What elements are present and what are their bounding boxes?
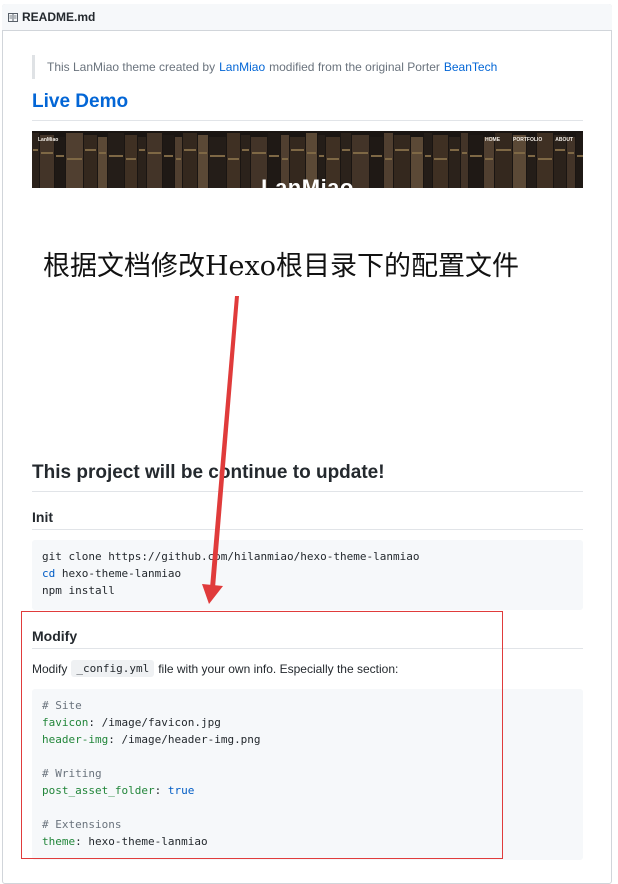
project-heading: This project will be continue to update! (32, 462, 385, 483)
intro-text-middle: modified from the original Porter (269, 60, 440, 74)
beantech-link[interactable]: BeanTech (444, 60, 497, 74)
banner-brand[interactable]: LanMiao (38, 137, 58, 143)
code-keyword-cd: cd (42, 567, 56, 580)
code-line-install: npm install (42, 584, 115, 597)
banner-nav: LanMiao HOME PORTFOLIO ABOUT (32, 131, 583, 149)
banner-menu-portfolio[interactable]: PORTFOLIO (513, 137, 542, 143)
live-demo-link[interactable]: Live Demo (32, 91, 128, 113)
banner-menu-home[interactable]: HOME (485, 137, 500, 143)
banner-menu-about[interactable]: ABOUT (555, 137, 573, 143)
init-heading: Init (32, 509, 53, 525)
divider (32, 529, 583, 530)
file-header: README.md (2, 4, 612, 31)
banner-title: LanMiao (261, 175, 354, 188)
demo-banner-image[interactable]: LanMiao HOME PORTFOLIO ABOUT LanMiao (32, 131, 583, 188)
annotation-text: 根据文档修改Hexo根目录下的配置文件 (43, 251, 520, 282)
code-cd-path: hexo-theme-lanmiao (55, 567, 182, 580)
divider (32, 491, 583, 492)
code-line-clone: git clone https://github.com/hilanmiao/h… (42, 550, 420, 563)
intro-blockquote: This LanMiao theme created by LanMiao mo… (32, 55, 501, 79)
book-icon (8, 12, 18, 22)
divider (32, 120, 583, 121)
annotation-highlight-box (21, 611, 503, 859)
code-line-cd: cd hexo-theme-lanmiao (42, 565, 573, 582)
intro-text-before: This LanMiao theme created by (47, 60, 216, 74)
file-name: README.md (22, 10, 96, 24)
init-code-block[interactable]: git clone https://github.com/hilanmiao/h… (32, 540, 583, 610)
lanmiao-link[interactable]: LanMiao (219, 60, 265, 74)
